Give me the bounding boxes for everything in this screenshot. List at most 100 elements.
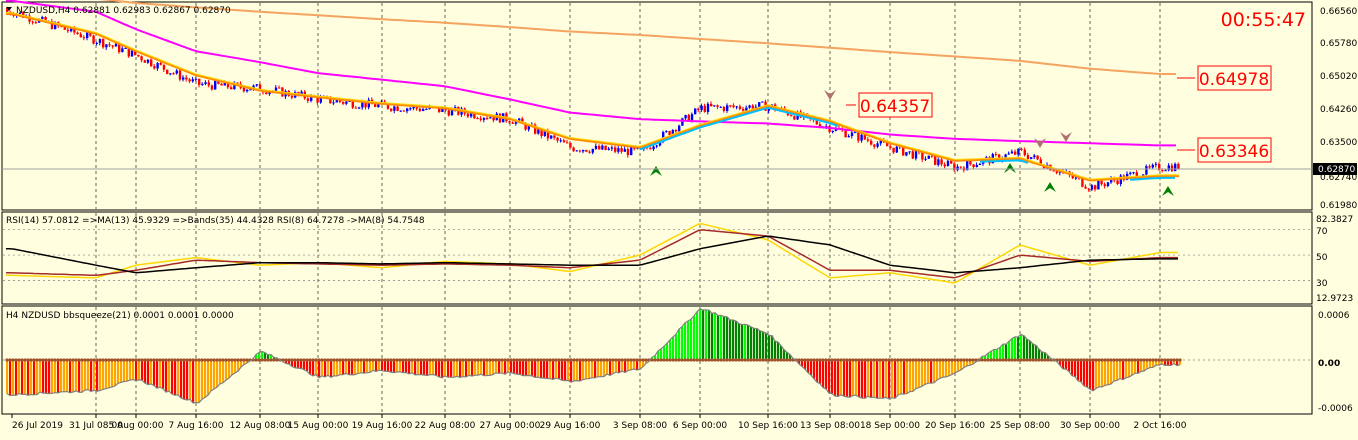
squeeze-bar (1038, 349, 1041, 360)
squeeze-dot (374, 358, 378, 362)
squeeze-dot (1091, 358, 1095, 362)
candle-body (492, 117, 495, 121)
squeeze-bar (537, 360, 540, 378)
candle-body (578, 150, 582, 152)
squeeze-dot (989, 358, 993, 362)
squeeze-bar (78, 360, 81, 393)
squeeze-bar (174, 360, 177, 396)
squeeze-dot (488, 358, 492, 362)
candle-body (591, 148, 594, 153)
squeeze-bar (438, 360, 441, 377)
squeeze-dot (83, 358, 87, 362)
squeeze-bar (561, 360, 564, 381)
squeeze-dot (539, 358, 543, 362)
chart-canvas[interactable]: NZDUSD,H4 0.62881 0.62983 0.62867 0.6287… (0, 0, 1358, 436)
candle-body (914, 150, 918, 159)
candle-body (306, 98, 310, 101)
candle-body (447, 110, 450, 116)
squeeze-dot (881, 358, 885, 362)
squeeze-dot (542, 358, 546, 362)
squeeze-bar (834, 360, 837, 397)
candle-body (482, 117, 486, 120)
squeeze-bar (198, 360, 201, 403)
squeeze-dot (554, 358, 558, 362)
squeeze-bar (507, 360, 510, 372)
squeeze-bar (762, 331, 765, 360)
candle-body (866, 139, 870, 141)
squeeze-dot (926, 358, 930, 362)
time-tick: 5 Aug 00:00 (109, 421, 164, 431)
squeeze-dot (806, 358, 810, 362)
squeeze-dot (857, 358, 861, 362)
squeeze-dot (935, 358, 939, 362)
candle-body (703, 105, 706, 112)
squeeze-bar (1074, 360, 1077, 377)
candle-body (345, 101, 348, 104)
squeeze-dot (824, 358, 828, 362)
squeeze-dot (323, 358, 327, 362)
candle-body (1167, 165, 1170, 171)
squeeze-dot (416, 358, 420, 362)
sell-arrow-icon (1060, 132, 1072, 142)
squeeze-bar (750, 326, 753, 360)
squeeze-bar (939, 360, 942, 379)
squeeze-dot (719, 358, 723, 362)
squeeze-bar (432, 360, 435, 375)
rsi-ma-line (6, 229, 1178, 279)
squeeze-dot (179, 358, 183, 362)
candle-body (719, 106, 722, 108)
candle-body (889, 146, 892, 148)
candle-body (1023, 149, 1026, 156)
squeeze-dot (851, 358, 855, 362)
squeeze-dot (788, 358, 792, 362)
squeeze-dot (137, 358, 141, 362)
squeeze-dot (470, 358, 474, 362)
candle-body (1081, 178, 1084, 187)
squeeze-dot (596, 358, 600, 362)
squeeze-dot (572, 358, 576, 362)
squeeze-bar (1017, 336, 1020, 360)
squeeze-bar (114, 360, 117, 386)
candle-body (873, 144, 876, 147)
squeeze-bar (1071, 360, 1074, 376)
squeeze-bar (162, 360, 165, 389)
candle-body (556, 137, 559, 141)
squeeze-dot (1007, 358, 1011, 362)
squeeze-dot (344, 358, 348, 362)
squeeze-dot (707, 358, 711, 362)
squeeze-dot (1040, 358, 1044, 362)
squeeze-bar (813, 360, 816, 379)
sell-arrow-icon (824, 90, 836, 100)
squeeze-bar (696, 311, 699, 360)
squeeze-bar (591, 360, 594, 378)
squeeze-dot (458, 358, 462, 362)
candle-body (959, 166, 962, 168)
squeeze-dot (512, 358, 516, 362)
squeeze-bar (1035, 345, 1038, 360)
squeeze-bar (1137, 360, 1140, 374)
squeeze-dot (1163, 358, 1167, 362)
candle-body (278, 87, 281, 89)
squeeze-bar (309, 360, 312, 375)
price-tick: 0.65020 (1320, 72, 1357, 82)
squeeze-bar (936, 360, 939, 381)
squeeze-bar (459, 360, 462, 378)
squeeze-bar (186, 360, 189, 401)
squeeze-bar (912, 360, 915, 392)
squeeze-dot (587, 358, 591, 362)
squeeze-bar (366, 360, 369, 373)
squeeze-dot (122, 358, 126, 362)
squeeze-dot (1079, 358, 1083, 362)
time-tick: 2 Oct 16:00 (1134, 421, 1187, 431)
squeeze-bar (540, 360, 543, 378)
squeeze-dot (296, 358, 300, 362)
squeeze-bar (462, 360, 465, 377)
squeeze-dot (329, 358, 333, 362)
squeeze-dot (671, 358, 675, 362)
squeeze-dot (722, 358, 726, 362)
squeeze-bar (408, 360, 411, 374)
squeeze-bar (924, 360, 927, 385)
squeeze-dot (146, 358, 150, 362)
candle-body (895, 146, 898, 153)
main-chart-header: NZDUSD,H4 0.62881 0.62983 0.62867 0.6287… (16, 6, 231, 16)
